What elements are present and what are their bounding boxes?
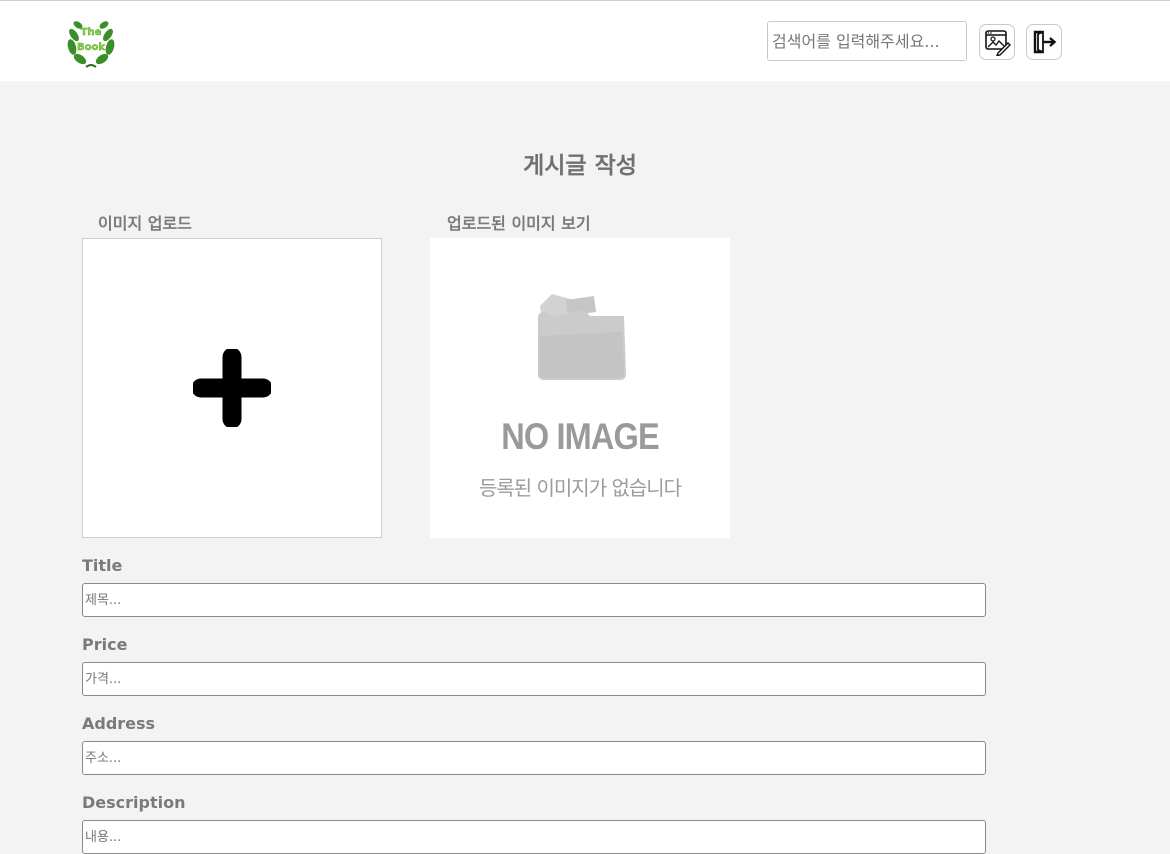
logout-button[interactable] xyxy=(1026,24,1062,60)
logout-icon xyxy=(1033,30,1057,54)
search-input[interactable] xyxy=(767,21,967,61)
no-image-title: NO IMAGE xyxy=(501,416,659,457)
image-preview: NO IMAGE 등록된 이미지가 없습니다 xyxy=(430,238,730,538)
plus-icon xyxy=(193,349,271,427)
folder-icon xyxy=(538,294,626,380)
image-upload-box[interactable] xyxy=(82,238,382,538)
logo-text-line1: The xyxy=(81,27,102,38)
header-bar: The Book xyxy=(0,0,1170,81)
price-input[interactable] xyxy=(82,662,986,696)
title-label: Title xyxy=(82,556,123,575)
preview-label: 업로드된 이미지 보기 xyxy=(447,214,591,233)
page-title: 게시글 작성 xyxy=(523,153,637,179)
write-post-button[interactable] xyxy=(979,24,1015,60)
upload-label: 이미지 업로드 xyxy=(98,214,192,233)
logo[interactable]: The Book xyxy=(64,15,118,69)
description-label: Description xyxy=(82,793,186,812)
title-input[interactable] xyxy=(82,583,986,617)
logo-text-line2: Book xyxy=(77,42,105,53)
laurel-logo-icon: The Book xyxy=(67,21,115,68)
edit-image-icon xyxy=(985,30,1011,56)
no-image-subtitle: 등록된 이미지가 없습니다 xyxy=(478,476,682,500)
address-label: Address xyxy=(82,714,156,733)
price-label: Price xyxy=(82,635,128,654)
description-input[interactable] xyxy=(82,820,986,854)
address-input[interactable] xyxy=(82,741,986,775)
